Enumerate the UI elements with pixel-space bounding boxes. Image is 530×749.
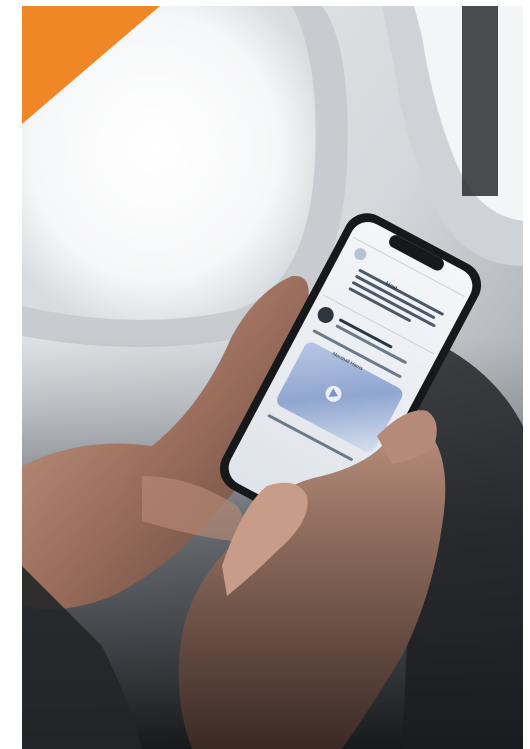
orange-corner-accent (22, 6, 160, 124)
